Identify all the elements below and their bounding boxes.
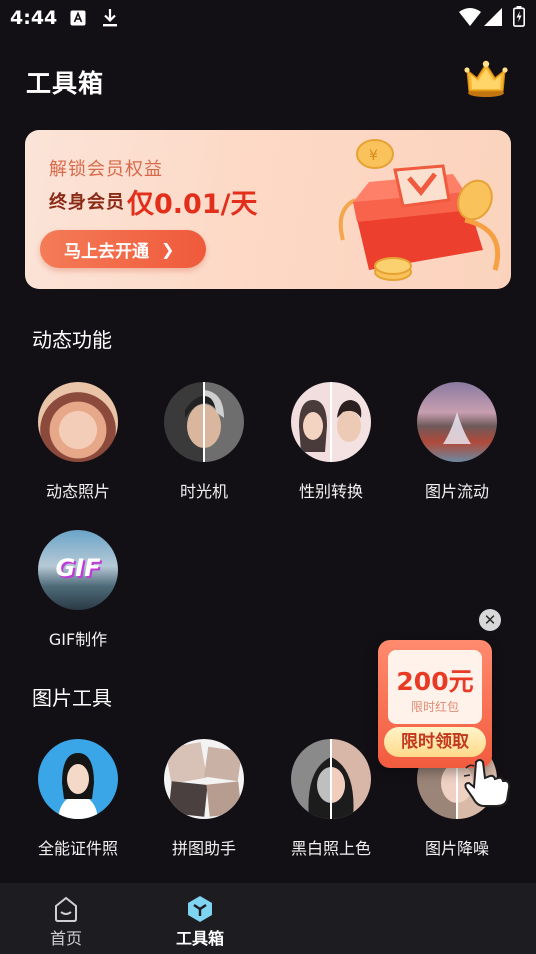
- portrait-girl-thumbnail-icon: [38, 382, 118, 462]
- vip-banner[interactable]: 解锁会员权益 终身会员 仅0.01/天 马上去开通 ❯ ¥: [25, 130, 511, 289]
- id-photo-thumbnail-icon: [38, 739, 118, 819]
- red-packet-subtitle: 限时红包: [410, 700, 459, 714]
- close-icon[interactable]: ✕: [479, 609, 501, 631]
- waterfall-thumbnail-icon: [417, 382, 497, 462]
- tab-toolbox[interactable]: 工具箱: [140, 883, 260, 954]
- tool-collage[interactable]: 拼图助手: [144, 739, 264, 869]
- keyboard-notification-icon: [70, 10, 86, 26]
- face-illustration: [299, 382, 362, 462]
- banner-subtitle: 终身会员: [49, 192, 125, 213]
- tool-label: 黑白照上色: [290, 839, 371, 858]
- section-title-image-tools: 图片工具: [32, 686, 112, 710]
- collage-illustration: [165, 742, 242, 817]
- gender-swap-thumbnail-icon: [291, 382, 371, 462]
- tool-image-flow[interactable]: 图片流动: [397, 382, 517, 512]
- tool-label: 全能证件照: [37, 839, 118, 858]
- pointing-hand-icon: [463, 759, 511, 807]
- home-icon: [55, 896, 77, 922]
- bottom-tab-bar: 首页 工具箱: [0, 883, 536, 954]
- vip-crown-icon[interactable]: [464, 58, 508, 98]
- wifi-icon: [459, 8, 481, 26]
- tool-label: 图片降噪: [424, 839, 489, 858]
- tool-label: 性别转换: [298, 482, 363, 501]
- claim-red-packet-button[interactable]: 限时领取: [384, 727, 486, 757]
- banner-price: 仅0.01/天: [127, 189, 258, 220]
- red-packet-amount: 200元: [396, 667, 474, 696]
- tool-dynamic-photo[interactable]: 动态照片: [18, 382, 138, 512]
- status-bar: 4:44: [0, 0, 536, 38]
- gif-badge: GIF: [55, 554, 101, 582]
- red-packet-inner: 200元 限时红包: [388, 650, 482, 724]
- tool-gif-maker[interactable]: GIF GIF制作: [18, 530, 138, 660]
- tool-label: GIF制作: [48, 630, 108, 649]
- tab-label-toolbox: 工具箱: [175, 929, 224, 948]
- tool-gender-swap[interactable]: 性别转换: [271, 382, 391, 512]
- face-illustration: [308, 739, 354, 819]
- section-title-dynamic: 动态功能: [32, 328, 112, 352]
- tool-time-machine[interactable]: 时光机: [144, 382, 264, 512]
- cell-signal-icon: [484, 8, 502, 26]
- vip-gift-box-illustration: ¥: [338, 139, 501, 281]
- page-title: 工具箱: [26, 69, 105, 98]
- gif-thumbnail-icon: GIF: [38, 530, 118, 610]
- tool-label: 图片流动: [424, 482, 489, 501]
- tool-label: 拼图助手: [171, 839, 236, 858]
- tool-colorize[interactable]: 黑白照上色: [271, 739, 391, 869]
- tab-label-home: 首页: [49, 929, 82, 948]
- age-compare-thumbnail-icon: [164, 382, 244, 462]
- tab-home[interactable]: 首页: [6, 883, 126, 954]
- chevron-right-icon: ❯: [161, 239, 175, 259]
- svg-text:¥: ¥: [369, 148, 378, 164]
- open-vip-button-label: 马上去开通: [64, 241, 149, 262]
- face-illustration: [185, 382, 224, 462]
- collage-thumbnail-icon: [164, 739, 244, 819]
- waterfall-illustration: [443, 412, 471, 444]
- red-packet-promo[interactable]: 200元 限时红包 限时领取: [378, 640, 492, 768]
- open-vip-button[interactable]: 马上去开通 ❯: [40, 230, 206, 268]
- banner-headline: 解锁会员权益: [49, 159, 163, 180]
- tool-label: 时光机: [179, 482, 228, 501]
- status-time: 4:44: [10, 7, 58, 29]
- download-icon: [103, 9, 117, 27]
- face-illustration: [58, 753, 98, 819]
- toolbox-icon: [188, 896, 212, 922]
- tool-label: 动态照片: [45, 482, 110, 501]
- battery-charging-icon: [513, 6, 525, 27]
- colorize-thumbnail-icon: [291, 739, 371, 819]
- tool-id-photo[interactable]: 全能证件照: [18, 739, 138, 869]
